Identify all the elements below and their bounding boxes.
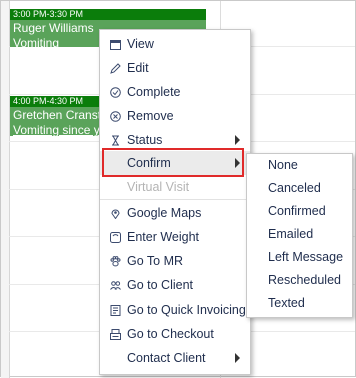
menu-item-label: Enter Weight (127, 230, 200, 244)
menu-separator (100, 199, 250, 200)
menu-item-go-to-checkout[interactable]: Go to Checkout (100, 322, 250, 346)
menu-item-contact-client[interactable]: Contact Client (100, 346, 250, 370)
submenu-item-canceled[interactable]: Canceled (247, 177, 352, 200)
menu-item-virtual-visit: Virtual Visit (100, 175, 250, 199)
menu-item-label: Go To MR (127, 254, 184, 268)
pencil-icon (108, 61, 122, 75)
scale-icon (108, 230, 122, 244)
check-circle-icon (108, 85, 122, 99)
register-icon (108, 327, 122, 341)
users-icon (108, 278, 122, 292)
menu-item-label: Complete (127, 85, 181, 99)
x-circle-icon (108, 109, 122, 123)
menu-item-label: Virtual Visit (127, 180, 190, 194)
menu-item-view[interactable]: View (100, 32, 250, 56)
invoice-icon (108, 303, 122, 317)
submenu-item-left-message[interactable]: Left Message (247, 246, 352, 269)
submenu-item-texted[interactable]: Texted (247, 292, 352, 315)
menu-item-label: Go to Checkout (127, 327, 214, 341)
paw-icon (108, 254, 122, 268)
menu-item-google-maps[interactable]: Google Maps (100, 201, 250, 225)
menu-item-label: Contact Client (127, 351, 206, 365)
menu-item-label: Remove (127, 109, 174, 123)
menu-item-label: Google Maps (127, 206, 202, 220)
menu-item-go-to-client[interactable]: Go to Client (100, 273, 250, 297)
menu-item-label: Status (127, 133, 163, 147)
hourglass-icon (108, 133, 122, 147)
submenu-item-emailed[interactable]: Emailed (247, 223, 352, 246)
menu-item-label: Go to Client (127, 278, 194, 292)
menu-item-remove[interactable]: Remove (100, 104, 250, 128)
menu-item-label: Edit (127, 61, 149, 75)
menu-item-complete[interactable]: Complete (100, 80, 250, 104)
menu-item-quick-invoicing[interactable]: Go to Quick Invoicing (100, 298, 250, 322)
submenu-arrow-icon (235, 135, 240, 145)
submenu-arrow-icon (235, 353, 240, 363)
confirm-submenu: None Canceled Confirmed Emailed Left Mes… (246, 153, 353, 318)
submenu-item-rescheduled[interactable]: Rescheduled (247, 269, 352, 292)
appointment-context-menu: View Edit Complete Remove Status Confirm… (99, 29, 251, 375)
menu-item-label: Go to Quick Invoicing (127, 303, 246, 317)
calendar-icon (108, 37, 122, 51)
menu-item-label: View (127, 37, 154, 51)
appointment-time: 3:00 PM-3:30 PM (10, 9, 206, 20)
menu-item-go-to-mr[interactable]: Go To MR (100, 249, 250, 273)
submenu-item-confirmed[interactable]: Confirmed (247, 200, 352, 223)
menu-item-enter-weight[interactable]: Enter Weight (100, 225, 250, 249)
map-pin-icon (108, 206, 122, 220)
menu-item-edit[interactable]: Edit (100, 56, 250, 80)
confirm-highlight-box (102, 148, 244, 177)
submenu-item-none[interactable]: None (247, 154, 352, 177)
